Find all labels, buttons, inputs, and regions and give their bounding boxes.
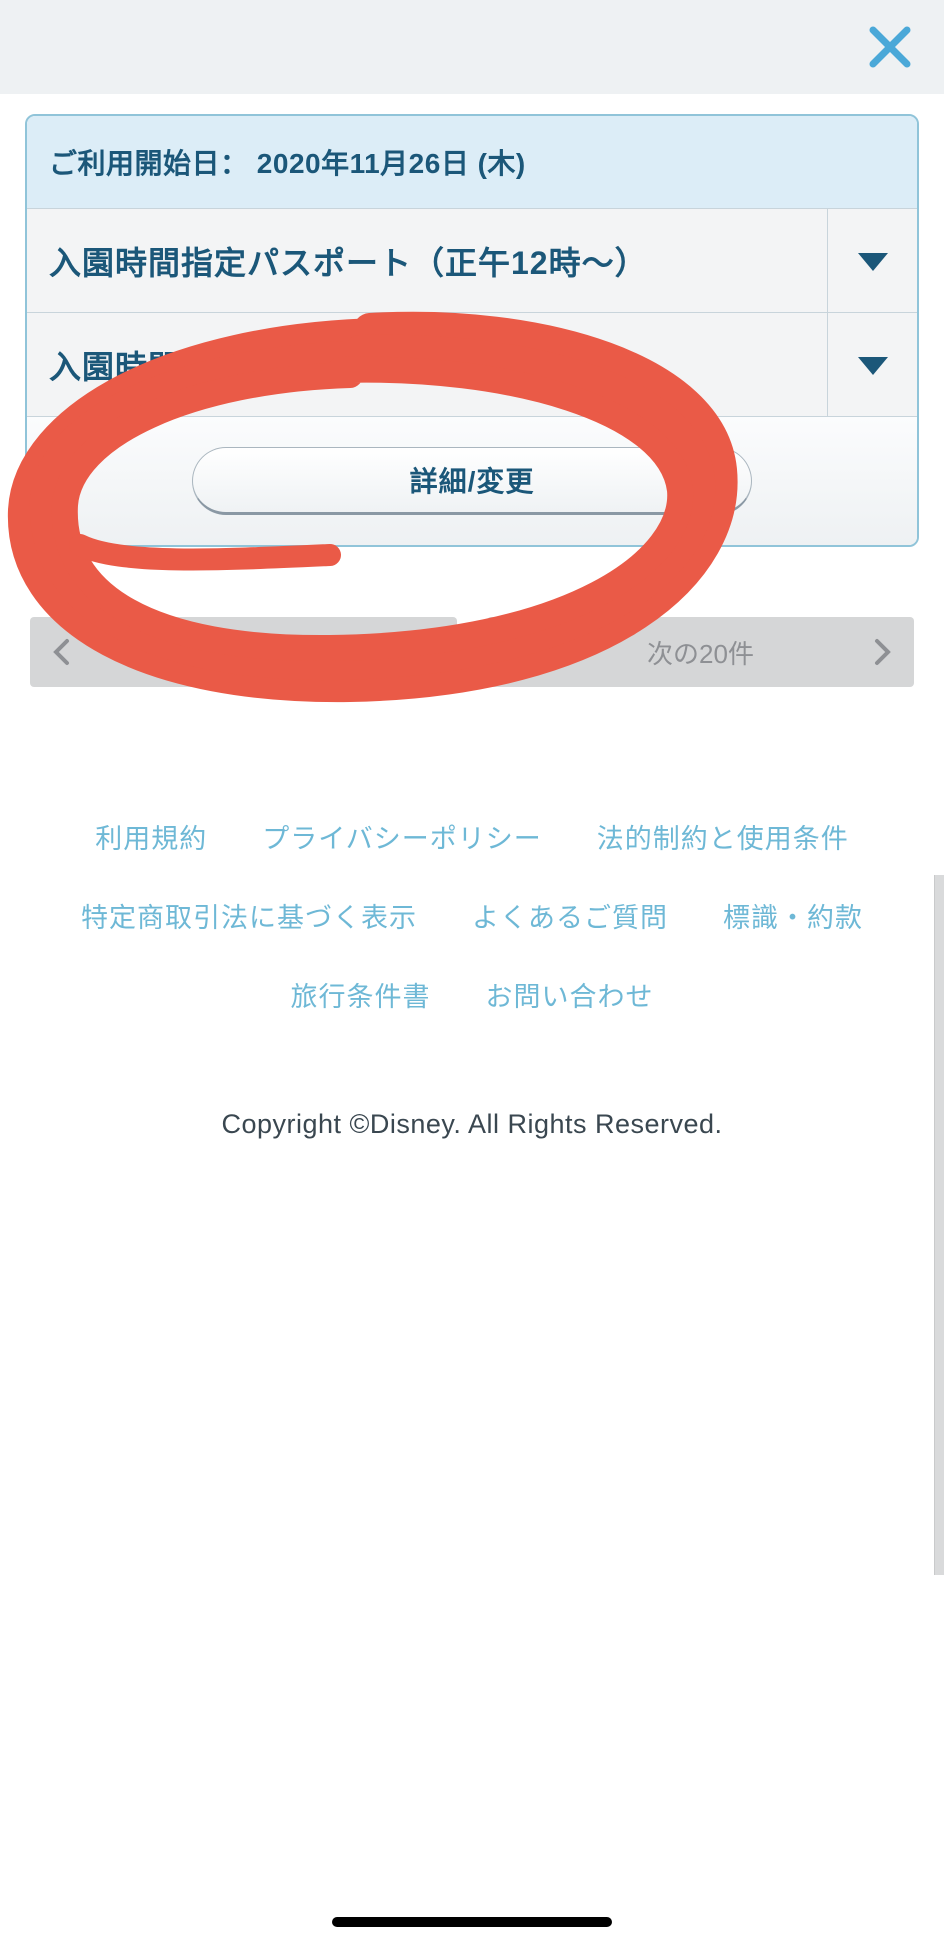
detail-change-button[interactable]: 詳細/変更 — [192, 447, 752, 515]
next-page-label: 次の20件 — [647, 634, 754, 671]
chevron-down-icon — [858, 355, 888, 375]
scrollbar[interactable] — [934, 875, 944, 1575]
chevron-down-icon — [858, 251, 888, 271]
passport-option-2-label: 入園時間指定パスポート（正午12時〜） — [27, 313, 827, 416]
footer-link-privacy[interactable]: プライバシーポリシー — [262, 817, 541, 856]
footer-link-contact[interactable]: お問い合わせ — [486, 975, 654, 1014]
prev-page-label: 前の20件 — [190, 634, 297, 671]
passport-option-1-label: 入園時間指定パスポート（正午12時〜） — [27, 209, 827, 312]
footer-links: 利用規約 プライバシーポリシー 法的制約と使用条件 特定商取引法に基づく表示 よ… — [0, 817, 944, 1014]
copyright-text: Copyright ©Disney. All Rights Reserved. — [0, 1109, 944, 1140]
dropdown-toggle-1[interactable] — [827, 209, 917, 312]
footer-link-commerce[interactable]: 特定商取引法に基づく表示 — [81, 896, 417, 935]
chevron-left-icon — [52, 638, 70, 666]
chevron-right-icon — [874, 638, 892, 666]
date-value: 2020年11月26日 (木) — [257, 148, 526, 179]
dropdown-toggle-2[interactable] — [827, 313, 917, 416]
detail-button-label: 詳細/変更 — [410, 460, 535, 500]
footer-link-terms[interactable]: 利用規約 — [95, 817, 207, 856]
modal-header — [0, 0, 944, 94]
footer-link-trademarks[interactable]: 標識・約款 — [723, 896, 863, 935]
footer-link-travel[interactable]: 旅行条件書 — [291, 975, 431, 1014]
passport-option-2[interactable]: 入園時間指定パスポート（正午12時〜） — [27, 312, 917, 416]
close-icon — [869, 26, 911, 68]
footer-link-legal[interactable]: 法的制約と使用条件 — [597, 817, 849, 856]
passport-option-1[interactable]: 入園時間指定パスポート（正午12時〜） — [27, 208, 917, 312]
date-prefix: ご利用開始日： — [49, 148, 249, 179]
prev-page-button[interactable]: 前の20件 — [30, 617, 457, 687]
footer-link-faq[interactable]: よくあるご質問 — [472, 896, 668, 935]
card-date-header: ご利用開始日： 2020年11月26日 (木) — [27, 116, 917, 208]
button-panel: 詳細/変更 — [27, 416, 917, 545]
reservation-card: ご利用開始日： 2020年11月26日 (木) 入園時間指定パスポート（正午12… — [25, 114, 919, 547]
next-page-button[interactable]: 次の20件 — [487, 617, 914, 687]
content-area: ご利用開始日： 2020年11月26日 (木) 入園時間指定パスポート（正午12… — [0, 94, 944, 1140]
home-indicator[interactable] — [332, 1917, 612, 1927]
close-button[interactable] — [866, 23, 914, 71]
pagination: 前の20件 次の20件 — [0, 547, 944, 687]
